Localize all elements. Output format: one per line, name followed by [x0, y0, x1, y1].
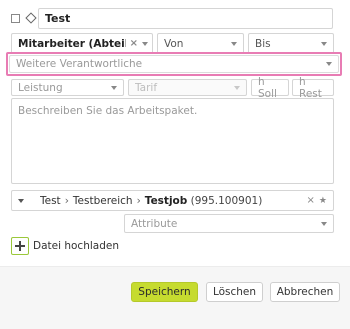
title-value: Test	[45, 12, 71, 25]
job-path-area: Testbereich	[72, 194, 133, 207]
upload-file-button[interactable]	[11, 237, 29, 255]
hours-remaining-placeholder: h Rest	[299, 75, 322, 100]
job-path-job: Testjob	[144, 194, 188, 207]
attribute-placeholder: Attribute	[131, 217, 178, 230]
chevron-down-icon	[234, 85, 240, 90]
favorite-star-icon[interactable]: ★	[319, 196, 327, 206]
breadcrumb-separator: ›	[136, 194, 141, 207]
task-checkbox[interactable]	[11, 14, 20, 23]
additional-responsible-placeholder: Weitere Verantwortliche	[16, 58, 143, 70]
bis-date-select[interactable]: Bis	[248, 33, 334, 54]
tariff-placeholder: Tarif	[135, 81, 158, 94]
description-textarea[interactable]: Beschreiben Sie das Arbeitspaket.	[11, 98, 334, 184]
job-select[interactable]: Test › Testbereich › Testjob (995.100901) × …	[11, 190, 334, 211]
clear-employee-icon[interactable]: ×	[130, 38, 138, 49]
chevron-down-icon[interactable]	[142, 41, 148, 46]
chevron-down-icon	[321, 221, 327, 226]
save-button[interactable]: Speichern	[131, 282, 198, 302]
cancel-button[interactable]: Abbrechen	[270, 282, 340, 302]
chevron-down-icon	[326, 62, 332, 66]
chevron-down-icon[interactable]	[18, 198, 24, 203]
bis-placeholder: Bis	[255, 37, 271, 50]
hours-planned-placeholder: h Soll	[258, 75, 277, 100]
service-select[interactable]: Leistung	[11, 79, 124, 96]
plus-icon	[15, 241, 25, 251]
breadcrumb-separator: ›	[64, 194, 69, 207]
job-code: (995.100901)	[190, 194, 263, 207]
milestone-diamond-icon[interactable]	[25, 12, 37, 24]
chevron-down-icon	[321, 41, 327, 46]
hours-planned-input[interactable]: h Soll	[251, 76, 289, 100]
job-path-project: Test	[40, 194, 61, 207]
clear-job-icon[interactable]: ×	[307, 195, 315, 206]
title-input[interactable]: Test	[38, 8, 333, 29]
description-placeholder: Beschreiben Sie das Arbeitspaket.	[18, 105, 198, 117]
tariff-select[interactable]: Tarif	[128, 79, 247, 96]
delete-button[interactable]: Löschen	[206, 282, 263, 302]
hours-remaining-input[interactable]: h Rest	[292, 76, 334, 100]
service-placeholder: Leistung	[18, 81, 63, 94]
chevron-down-icon	[111, 85, 117, 90]
additional-responsible-select[interactable]: Weitere Verantwortliche	[9, 55, 339, 73]
von-placeholder: Von	[164, 37, 184, 50]
upload-file-label[interactable]: Datei hochladen	[33, 240, 119, 252]
job-path: Test › Testbereich › Testjob (995.100901)	[40, 195, 303, 207]
attribute-select[interactable]: Attribute	[124, 214, 334, 233]
von-date-select[interactable]: Von	[157, 33, 244, 54]
employee-value: Mitarbeiter (Abteilung	[18, 37, 126, 50]
chevron-down-icon	[231, 41, 237, 46]
employee-select[interactable]: Mitarbeiter (Abteilung ×	[11, 33, 153, 54]
